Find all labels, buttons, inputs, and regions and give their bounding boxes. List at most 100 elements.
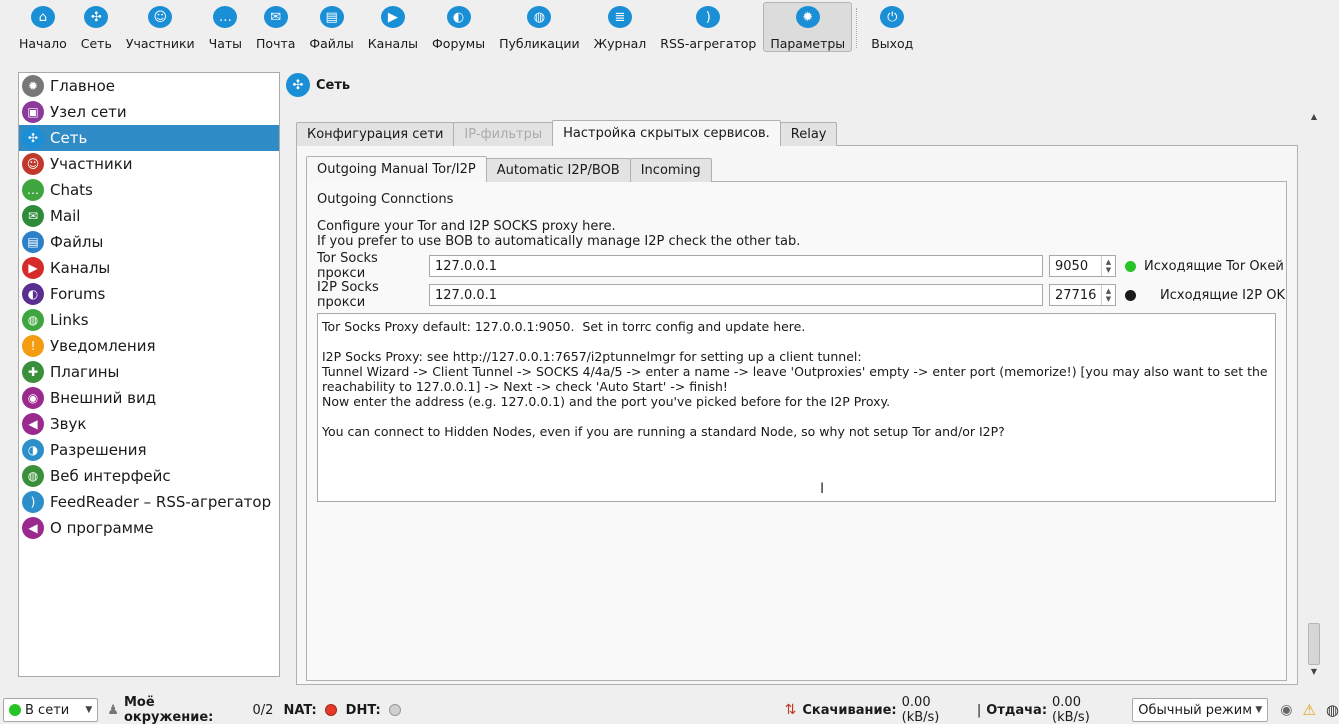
- description-line: Configure your Tor and I2P SOCKS proxy h…: [317, 219, 616, 234]
- warning-icon[interactable]: ⚠: [1302, 701, 1315, 719]
- sidebar-item[interactable]: … Chats: [19, 177, 279, 203]
- tor-host-input[interactable]: 127.0.0.1: [429, 255, 1043, 277]
- toolbar-button-gear[interactable]: ✹ Параметры: [763, 2, 853, 52]
- home-icon: ⌂: [30, 6, 55, 28]
- toolbar-button-label: Каналы: [367, 36, 419, 51]
- toolbar-button-chat[interactable]: … Чаты: [202, 2, 249, 52]
- vertical-scrollbar[interactable]: ▲ ▼: [1307, 110, 1321, 677]
- sidebar-item-icon: …: [22, 179, 44, 201]
- scroll-up-icon[interactable]: ▲: [1307, 110, 1321, 122]
- sidebar-item-icon: ◀: [22, 517, 44, 539]
- sidebar-item-label: Links: [50, 311, 89, 329]
- status-bar: В сети ▼ ♟ Моё окружение: 0/2 NAT: DHT: …: [0, 695, 1339, 724]
- inner-tab[interactable]: Incoming: [629, 158, 712, 182]
- outer-tab[interactable]: Relay: [779, 122, 838, 146]
- outer-tab[interactable]: Настройка скрытых сервисов.: [552, 120, 781, 146]
- sidebar-item[interactable]: ◉ Внешний вид: [19, 385, 279, 411]
- inner-tab[interactable]: Automatic I2P/BOB: [485, 158, 631, 182]
- online-led-icon: [9, 704, 21, 716]
- rss-icon: ): [696, 6, 721, 28]
- info-text-area[interactable]: Tor Socks Proxy default: 127.0.0.1:9050.…: [317, 313, 1276, 502]
- toolbar-button-home[interactable]: ⌂ Начало: [12, 2, 74, 52]
- toolbar-button-power[interactable]: ⏻ Выход: [864, 2, 920, 52]
- eye-icon[interactable]: ◉: [1280, 702, 1292, 718]
- scroll-thumb[interactable]: [1308, 623, 1320, 665]
- toolbar-button-channels[interactable]: ▶ Каналы: [361, 2, 425, 52]
- description-line: If you prefer to use BOB to automaticall…: [317, 234, 801, 249]
- sidebar-item-icon: !: [22, 335, 44, 357]
- sidebar-item-icon: ▣: [22, 101, 44, 123]
- sidebar-item[interactable]: ✚ Плагины: [19, 359, 279, 385]
- sidebar-item-label: Звук: [50, 415, 87, 433]
- sidebar-item-label: Chats: [50, 181, 93, 199]
- tor-port-spinbox[interactable]: 9050 ▲ ▼: [1049, 255, 1116, 277]
- outer-tab[interactable]: Конфигурация сети: [296, 122, 455, 146]
- sidebar-item[interactable]: ◍ Веб интерфейс: [19, 463, 279, 489]
- mode-select[interactable]: Обычный режим ▼: [1132, 698, 1269, 722]
- sidebar-item-label: Файлы: [50, 233, 104, 251]
- sidebar-item[interactable]: ✹ Главное: [19, 73, 279, 99]
- upload-value: 0.00 (kB/s): [1052, 695, 1090, 724]
- dht-label: DHT:: [345, 702, 381, 718]
- network-globe-icon[interactable]: ◍: [1326, 701, 1339, 719]
- spin-arrows-icon[interactable]: ▲ ▼: [1101, 256, 1115, 276]
- nat-label: NAT:: [283, 702, 317, 718]
- gear-icon: ✹: [795, 6, 820, 28]
- sidebar-item-icon: ◑: [22, 439, 44, 461]
- i2p-proxy-row: I2P Socks прокси 127.0.0.1 27716 ▲ ▼ Исхо…: [317, 280, 1285, 310]
- tor-proxy-row: Tor Socks прокси 127.0.0.1 9050 ▲ ▼ Исход…: [317, 251, 1284, 281]
- tor-port-value: 9050: [1055, 258, 1089, 274]
- toolbar-button-network[interactable]: ✣ Сеть: [74, 2, 119, 52]
- sidebar-item-label: Forums: [50, 285, 106, 303]
- sidebar-item-icon: ◍: [22, 309, 44, 331]
- sidebar-item-label: Участники: [50, 155, 133, 173]
- sidebar-item[interactable]: ◍ Links: [19, 307, 279, 333]
- sidebar-item[interactable]: ▣ Узел сети: [19, 99, 279, 125]
- sidebar-item-icon: ◉: [22, 387, 44, 409]
- neighbors-label: Моё окружение:: [123, 695, 214, 724]
- toolbar-button-journal[interactable]: ≣ Журнал: [587, 2, 654, 52]
- mail-icon: ✉: [263, 6, 288, 28]
- spin-arrows-icon[interactable]: ▲ ▼: [1101, 285, 1115, 305]
- toolbar-button-mail[interactable]: ✉ Почта: [249, 2, 302, 52]
- toolbar-button-label: Почта: [256, 36, 296, 51]
- sidebar-item-label: Узел сети: [50, 103, 127, 121]
- toolbar-button-globe[interactable]: ◍ Публикации: [492, 2, 587, 52]
- online-status-value: В сети: [25, 702, 70, 718]
- scroll-track[interactable]: [1307, 122, 1321, 665]
- folder-icon: ▤: [319, 6, 344, 28]
- sidebar-item[interactable]: ☺ Участники: [19, 151, 279, 177]
- sidebar-item[interactable]: ✉ Mail: [19, 203, 279, 229]
- sidebar-item-label: Каналы: [50, 259, 111, 277]
- sidebar-item[interactable]: ! Уведомления: [19, 333, 279, 359]
- sidebar-item[interactable]: ▶ Каналы: [19, 255, 279, 281]
- toolbar-button-label: Файлы: [309, 36, 354, 51]
- sidebar-item-label: FeedReader – RSS-агрегатор: [50, 493, 272, 511]
- chevron-down-icon: ▼: [85, 705, 93, 715]
- sidebar-item[interactable]: ◀ О программе: [19, 515, 279, 541]
- online-status-select[interactable]: В сети ▼: [3, 698, 99, 722]
- scroll-down-icon[interactable]: ▼: [1307, 665, 1321, 677]
- sidebar-item[interactable]: ◀ Звук: [19, 411, 279, 437]
- sidebar-item[interactable]: ◐ Forums: [19, 281, 279, 307]
- sidebar-item[interactable]: ▤ Файлы: [19, 229, 279, 255]
- toolbar-button-people[interactable]: ☺ Участники: [119, 2, 202, 52]
- sidebar-item[interactable]: ) FeedReader – RSS-агрегатор: [19, 489, 279, 515]
- tor-proxy-label: Tor Socks прокси: [317, 251, 378, 281]
- neighbors-value: 0/2: [252, 702, 274, 718]
- inner-tab[interactable]: Outgoing Manual Tor/I2P: [306, 156, 487, 182]
- i2p-host-input[interactable]: 127.0.0.1: [429, 284, 1043, 306]
- upload-label: Отдача:: [986, 702, 1048, 718]
- i2p-port-spinbox[interactable]: 27716 ▲ ▼: [1049, 284, 1116, 306]
- toolbar-button-forums[interactable]: ◐ Форумы: [425, 2, 492, 52]
- toolbar-button-rss[interactable]: ) RSS-агрегатор: [653, 2, 763, 52]
- i2p-proxy-label: I2P Socks прокси: [317, 280, 379, 310]
- sidebar-item[interactable]: ◑ Разрешения: [19, 437, 279, 463]
- i2p-status-led-icon: [1125, 289, 1136, 301]
- toolbar-button-label: RSS-агрегатор: [660, 36, 757, 51]
- toolbar-button-folder[interactable]: ▤ Файлы: [302, 2, 360, 52]
- network-icon: ✣: [84, 6, 109, 28]
- sidebar-item-icon: ◐: [22, 283, 44, 305]
- page-header: ✣ Сеть: [286, 72, 350, 98]
- sidebar-item[interactable]: ✣ Сеть: [19, 125, 279, 151]
